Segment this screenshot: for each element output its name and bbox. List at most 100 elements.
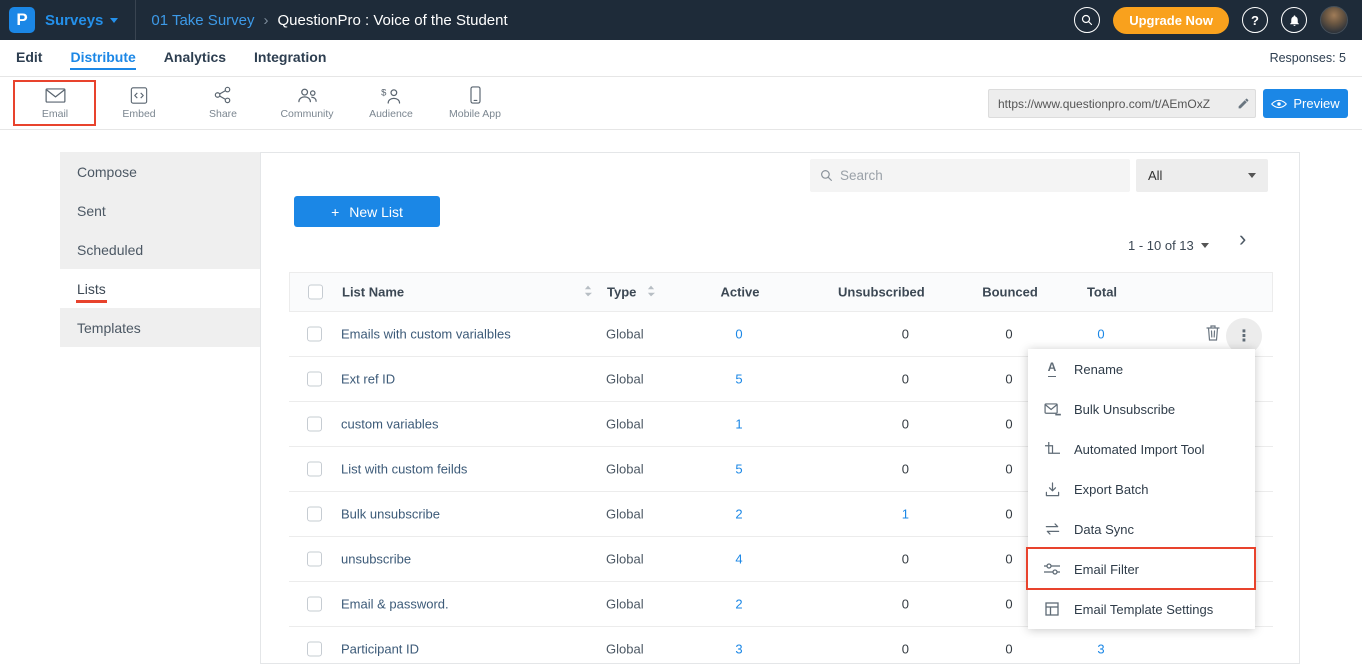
- list-name-link[interactable]: List with custom feilds: [341, 462, 467, 477]
- new-list-button[interactable]: + New List: [294, 196, 440, 227]
- bounced-count[interactable]: 0: [974, 642, 1044, 657]
- unsubscribed-count[interactable]: 0: [837, 642, 909, 657]
- next-page-button[interactable]: ›: [1239, 228, 1246, 250]
- pagination-dropdown[interactable]: 1 - 10 of 13: [1128, 238, 1209, 253]
- list-name-link[interactable]: Emails with custom varialbles: [341, 327, 511, 342]
- list-name-link[interactable]: Ext ref ID: [341, 372, 395, 387]
- toolbar-item-audience[interactable]: $ Audience: [349, 86, 433, 120]
- sort-icon[interactable]: [647, 285, 655, 300]
- delete-list-button[interactable]: [1206, 325, 1220, 346]
- avatar[interactable]: [1320, 6, 1348, 34]
- unsubscribed-count[interactable]: 0: [837, 552, 909, 567]
- notifications-button[interactable]: [1281, 7, 1307, 33]
- active-count[interactable]: 0: [704, 327, 774, 342]
- toolbar-item-community[interactable]: Community: [265, 86, 349, 120]
- help-button[interactable]: ?: [1242, 7, 1268, 33]
- pagination-label: 1 - 10 of 13: [1128, 238, 1194, 253]
- menu-item-bulk-unsubscribe[interactable]: Bulk Unsubscribe: [1028, 389, 1255, 429]
- toolbar-item-label: Email: [42, 108, 68, 120]
- active-count[interactable]: 1: [704, 417, 774, 432]
- upgrade-button[interactable]: Upgrade Now: [1113, 7, 1229, 34]
- unsubscribed-count[interactable]: 0: [837, 597, 909, 612]
- tab[interactable]: Distribute: [70, 40, 135, 76]
- menu-item-data-sync[interactable]: Data Sync: [1028, 509, 1255, 549]
- active-count[interactable]: 5: [704, 372, 774, 387]
- search-input[interactable]: [840, 168, 1120, 183]
- list-name-link[interactable]: Participant ID: [341, 642, 419, 657]
- search-button[interactable]: [1074, 7, 1100, 33]
- tab-label: Integration: [254, 47, 326, 70]
- sidebar-item[interactable]: Templates: [60, 308, 260, 347]
- active-count[interactable]: 4: [704, 552, 774, 567]
- row-checkbox[interactable]: [307, 462, 322, 477]
- menu-item-email-template-settings[interactable]: Email Template Settings: [1028, 589, 1255, 629]
- row-checkbox[interactable]: [307, 642, 322, 657]
- active-count[interactable]: 5: [704, 462, 774, 477]
- unsubscribed-count[interactable]: 0: [837, 372, 909, 387]
- sidebar-item[interactable]: Lists: [60, 269, 260, 308]
- filter-dropdown[interactable]: All: [1136, 159, 1268, 192]
- list-name-link[interactable]: Email & password.: [341, 597, 449, 612]
- header-list-name[interactable]: List Name: [342, 285, 404, 300]
- sidebar-item[interactable]: Compose: [60, 152, 260, 191]
- list-name-link[interactable]: Bulk unsubscribe: [341, 507, 440, 522]
- sidebar-item[interactable]: Sent: [60, 191, 260, 230]
- menu-item-automated-import-tool[interactable]: Automated Import Tool: [1028, 429, 1255, 469]
- row-checkbox[interactable]: [307, 372, 322, 387]
- toolbar-item-label: Share: [209, 108, 237, 120]
- breadcrumb-survey-name[interactable]: 01 Take Survey: [151, 12, 254, 29]
- list-type: Global: [606, 507, 644, 522]
- tab[interactable]: Integration: [254, 40, 326, 76]
- caret-down-icon: [1248, 173, 1256, 178]
- active-count[interactable]: 2: [704, 597, 774, 612]
- tab[interactable]: Analytics: [164, 40, 226, 76]
- toolbar-item-label: Embed: [122, 108, 155, 120]
- preview-button[interactable]: Preview: [1263, 89, 1348, 118]
- list-type: Global: [606, 462, 644, 477]
- new-list-label: New List: [349, 204, 403, 220]
- sidebar-item[interactable]: Scheduled: [60, 230, 260, 269]
- menu-item-export-batch[interactable]: Export Batch: [1028, 469, 1255, 509]
- row-checkbox[interactable]: [307, 327, 322, 342]
- svg-text:$: $: [381, 87, 387, 98]
- row-checkbox[interactable]: [307, 597, 322, 612]
- menu-item-label: Export Batch: [1074, 482, 1148, 497]
- search-icon: [820, 169, 833, 182]
- toolbar-item-mobile-app[interactable]: Mobile App: [433, 86, 517, 120]
- row-checkbox[interactable]: [307, 417, 322, 432]
- toolbar-item-email[interactable]: Email: [13, 86, 97, 120]
- sort-icon[interactable]: [584, 285, 592, 300]
- list-type: Global: [606, 372, 644, 387]
- menu-item-rename[interactable]: A Rename: [1028, 349, 1255, 389]
- menu-item-email-filter[interactable]: Email Filter: [1028, 549, 1255, 589]
- menu-item-label: Email Filter: [1074, 562, 1139, 577]
- toolbar-item-share[interactable]: Share: [181, 86, 265, 120]
- active-count[interactable]: 2: [704, 507, 774, 522]
- questionpro-logo[interactable]: P: [9, 7, 35, 33]
- header-unsubscribed: Unsubscribed: [838, 285, 925, 300]
- row-checkbox[interactable]: [307, 552, 322, 567]
- row-checkbox[interactable]: [307, 507, 322, 522]
- unsubscribed-count[interactable]: 1: [837, 507, 909, 522]
- unsubscribed-count[interactable]: 0: [837, 462, 909, 477]
- header-bounced: Bounced: [975, 285, 1045, 300]
- bounced-count[interactable]: 0: [974, 327, 1044, 342]
- list-name-link[interactable]: unsubscribe: [341, 552, 411, 567]
- automated-import-icon: [1043, 442, 1061, 457]
- header-type[interactable]: Type: [607, 285, 636, 300]
- unsubscribed-count[interactable]: 0: [837, 327, 909, 342]
- unsubscribed-count[interactable]: 0: [837, 417, 909, 432]
- list-name-link[interactable]: custom variables: [341, 417, 439, 432]
- select-all-checkbox[interactable]: [308, 285, 323, 300]
- pencil-icon: [1237, 97, 1250, 110]
- table-row[interactable]: Participant ID Global 3 0 0 3: [289, 627, 1273, 664]
- active-count[interactable]: 3: [704, 642, 774, 657]
- product-switcher[interactable]: Surveys: [45, 12, 118, 29]
- total-count[interactable]: 3: [1066, 642, 1136, 657]
- community-icon: [297, 86, 318, 104]
- edit-url-button[interactable]: [1231, 97, 1255, 110]
- survey-url-input[interactable]: [989, 90, 1231, 117]
- total-count[interactable]: 0: [1066, 327, 1136, 342]
- toolbar-item-embed[interactable]: Embed: [97, 86, 181, 120]
- tab[interactable]: Edit: [16, 40, 42, 76]
